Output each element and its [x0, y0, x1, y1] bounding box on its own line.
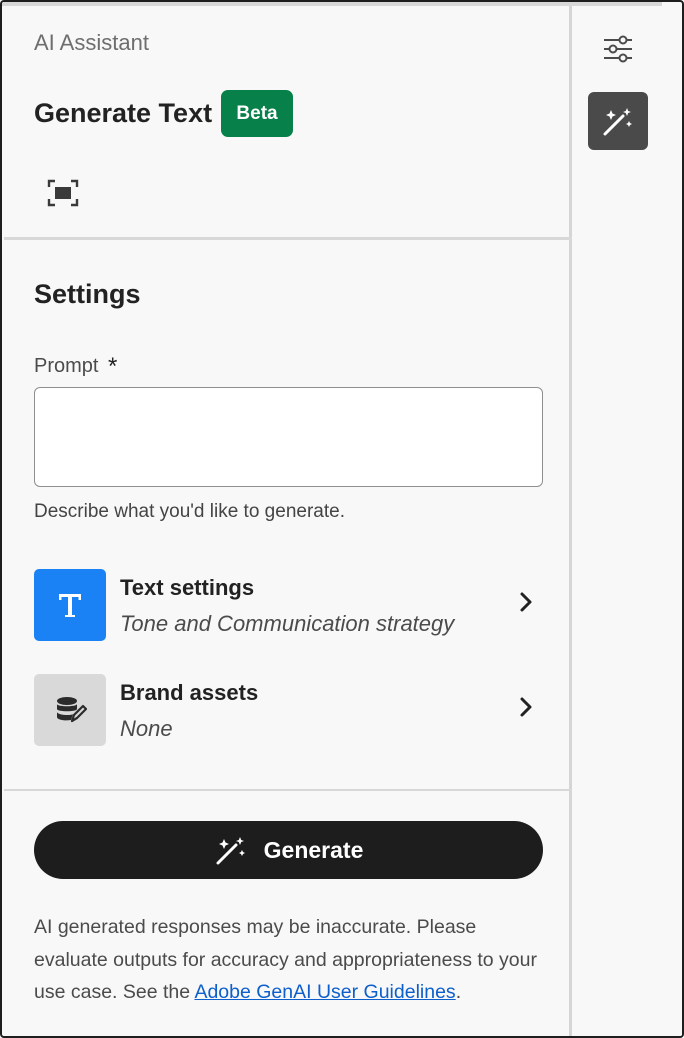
app-title: AI Assistant — [34, 30, 149, 55]
text-settings-title: Text settings — [120, 575, 255, 600]
prompt-help-text: Describe what you'd like to generate. — [34, 501, 345, 522]
magic-wand-icon — [603, 108, 632, 136]
sliders-icon — [604, 35, 632, 63]
ai-assistant-button[interactable] — [588, 92, 648, 150]
magic-wand-icon — [216, 837, 245, 865]
expand-button[interactable] — [46, 178, 80, 208]
chevron-right-icon — [520, 697, 532, 717]
brand-assets-title: Brand assets — [120, 680, 259, 705]
guidelines-link[interactable]: Adobe GenAI User Guidelines — [194, 981, 455, 1003]
text-T-icon — [34, 569, 106, 641]
required-marker: * — [108, 353, 118, 380]
generate-button[interactable]: Generate — [34, 821, 543, 879]
panel-footer: Generate AI generated responses may be i… — [4, 793, 572, 1036]
disclaimer-end: . — [455, 981, 462, 1003]
side-rail — [575, 6, 682, 1036]
ai-disclaimer: AI generated responses may be inaccurate… — [34, 911, 554, 1009]
expand-icon — [47, 179, 79, 207]
brand-assets-option[interactable]: Brand assets None — [34, 674, 554, 746]
generate-label: Generate — [263, 836, 364, 863]
app-frame: AI Assistant Generate Text Beta Settings… — [0, 0, 684, 1038]
chevron-right-icon — [520, 592, 532, 612]
page-title: Generate Text — [34, 98, 213, 128]
prompt-label: Prompt — [34, 355, 99, 377]
settings-heading: Settings — [34, 279, 141, 309]
brand-assets-subtitle: None — [120, 716, 173, 741]
text-settings-option[interactable]: Text settings Tone and Communication str… — [34, 569, 554, 641]
ai-assistant-panel: AI Assistant Generate Text Beta Settings… — [4, 6, 572, 1036]
brand-database-icon — [34, 674, 106, 746]
prompt-input[interactable] — [34, 387, 543, 487]
beta-badge: Beta — [221, 90, 293, 137]
panel-header: AI Assistant Generate Text Beta — [4, 6, 572, 240]
text-settings-subtitle: Tone and Communication strategy — [120, 611, 455, 636]
properties-button[interactable] — [588, 20, 648, 78]
settings-section: Settings Prompt * Describe what you'd li… — [4, 243, 572, 791]
